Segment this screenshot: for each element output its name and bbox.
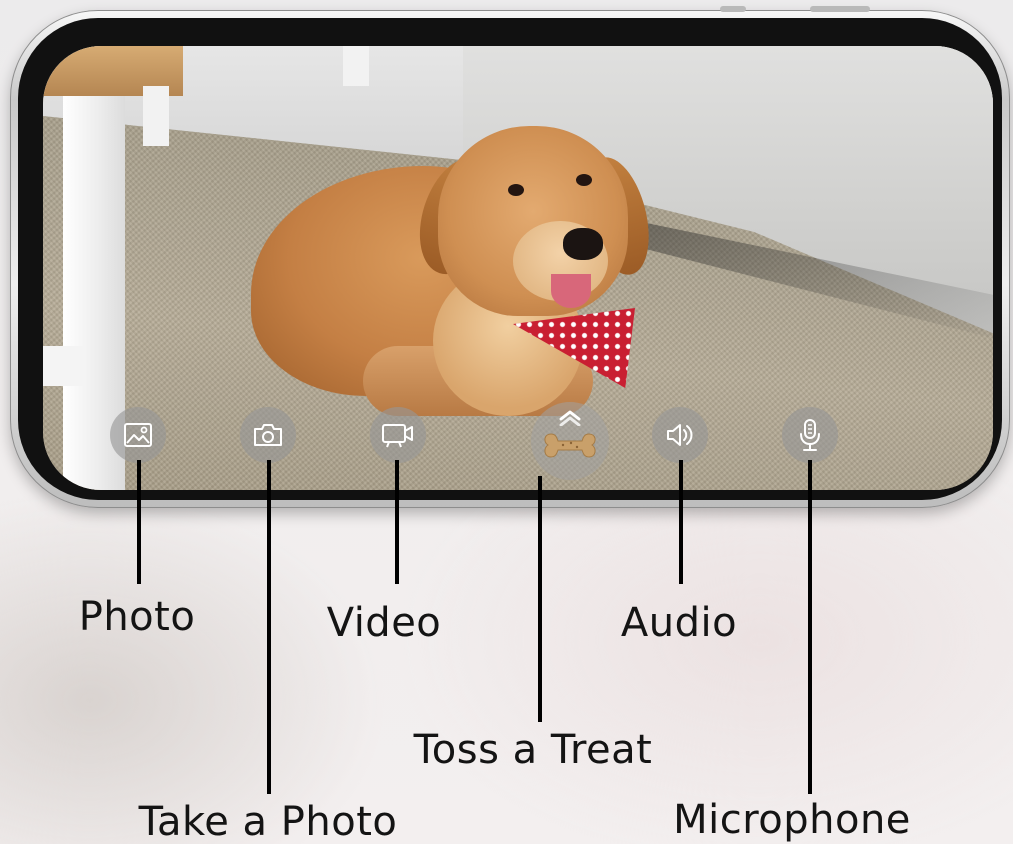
dog-tongue — [551, 274, 591, 308]
take-photo-button[interactable] — [240, 407, 296, 463]
live-camera-view — [43, 46, 993, 490]
toss-treat-label: Toss a Treat — [413, 727, 653, 773]
dog-eye — [508, 184, 524, 196]
dog-eye — [576, 174, 592, 186]
phone-side-button — [720, 6, 746, 12]
table-rail — [43, 346, 83, 386]
chevron-up-icon — [531, 408, 609, 430]
microphone-button[interactable] — [782, 407, 838, 463]
microphone-callout-line — [808, 460, 812, 794]
chair-leg — [143, 86, 169, 146]
phone-bezel — [18, 18, 1002, 500]
video-callout-line — [395, 460, 399, 584]
video-camera-icon — [382, 424, 413, 448]
toss-treat-callout-line — [538, 476, 542, 722]
take-photo-callout-line — [267, 460, 271, 794]
video-label: Video — [326, 600, 442, 646]
microphone-icon — [800, 419, 820, 451]
photo-label: Photo — [78, 594, 196, 640]
photo-callout-line — [137, 460, 141, 584]
camera-feed-image — [43, 46, 993, 490]
bone-treat-icon — [544, 433, 596, 458]
speaker-icon — [667, 424, 693, 446]
gallery-icon — [124, 423, 152, 447]
dog-nose — [563, 228, 603, 260]
photo-button[interactable] — [110, 407, 166, 463]
video-button[interactable] — [370, 407, 426, 463]
toss-treat-button[interactable] — [531, 402, 609, 480]
phone-frame — [10, 6, 1010, 508]
camera-icon — [254, 424, 282, 446]
audio-callout-line — [679, 460, 683, 584]
take-photo-label: Take a Photo — [138, 799, 398, 844]
microphone-label: Microphone — [673, 797, 911, 843]
audio-button[interactable] — [652, 407, 708, 463]
chair-leg — [343, 46, 369, 86]
audio-label: Audio — [620, 600, 738, 646]
phone-volume-button — [810, 6, 870, 12]
